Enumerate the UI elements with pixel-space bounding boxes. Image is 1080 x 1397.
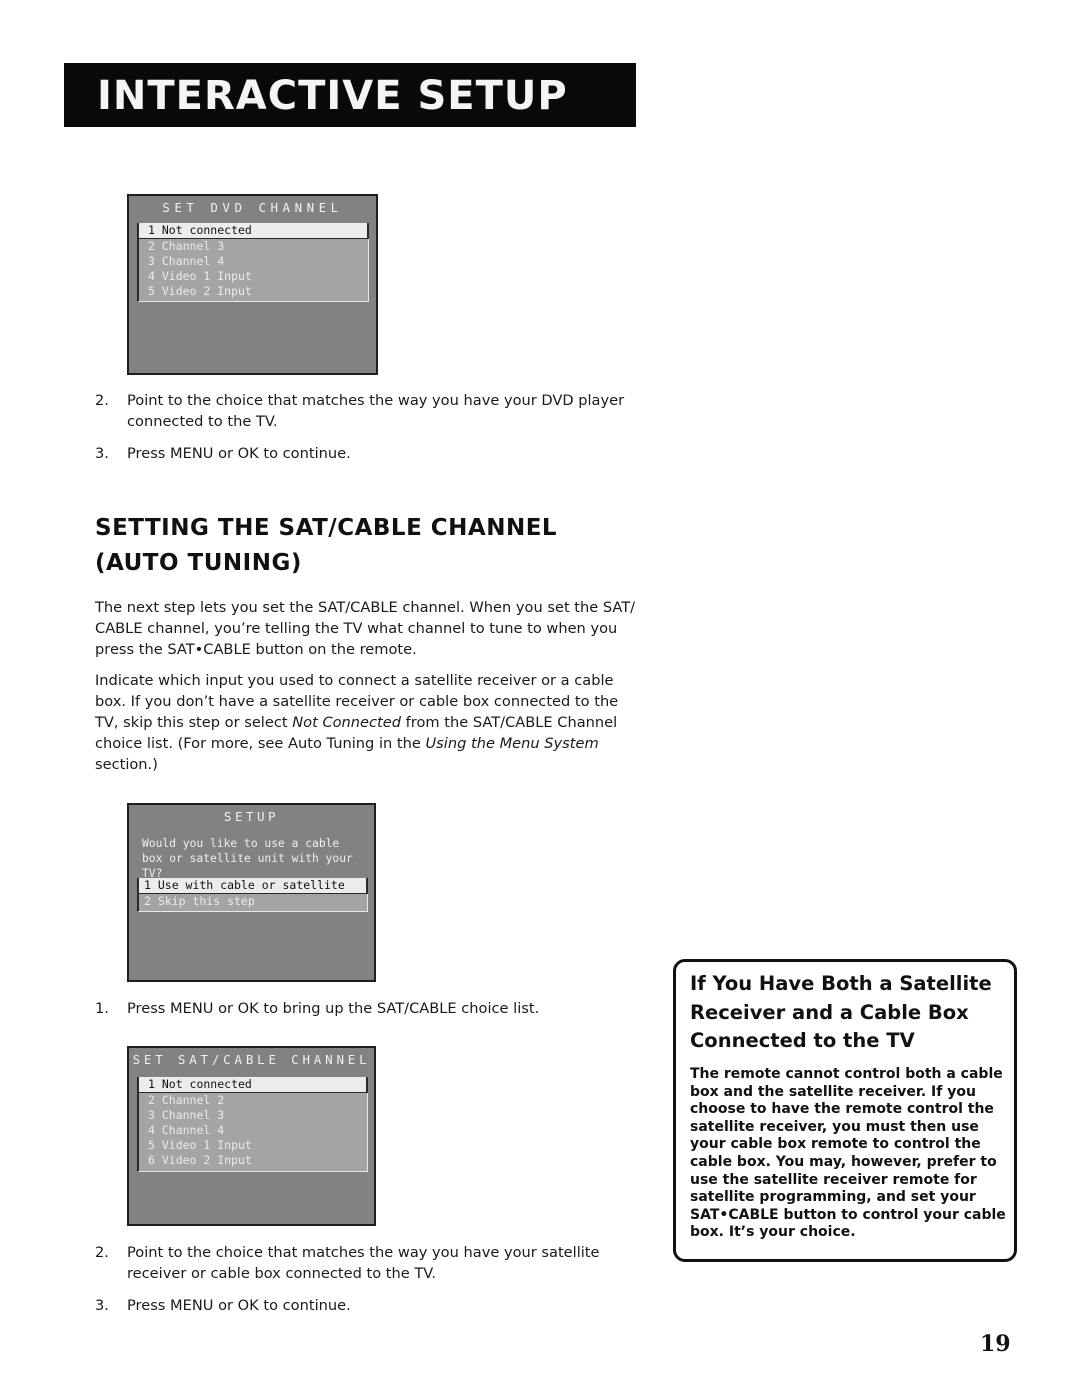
- sidebar-title: If You Have Both a Satellite Receiver an…: [690, 972, 992, 1052]
- menu-item[interactable]: 4 Video 1 Input: [139, 269, 368, 284]
- menu-item[interactable]: 1 Not connected: [139, 223, 369, 239]
- header-banner: Interactive Setup: [64, 63, 636, 127]
- step-number: 1.: [95, 1000, 109, 1017]
- menu-item[interactable]: 4 Channel 4: [139, 1123, 367, 1138]
- section-heading-line2: (Auto Tuning): [95, 550, 302, 576]
- menu-item[interactable]: 2 Skip this step: [139, 894, 367, 909]
- page-number: 19: [980, 1331, 1011, 1357]
- setup-menu: SETUP Would you like to use a cable box …: [127, 803, 376, 982]
- step-item: 1. Press MENU or OK to bring up the SAT/…: [95, 998, 640, 1019]
- step-item: 2. Point to the choice that matches the …: [95, 1242, 640, 1284]
- menu-item[interactable]: 5 Video 2 Input: [139, 284, 368, 299]
- menu-title: SET SAT/CABLE CHANNEL: [132, 1052, 371, 1067]
- menu-title: SET DVD CHANNEL: [162, 200, 343, 215]
- menu-item[interactable]: 3 Channel 3: [139, 1108, 367, 1123]
- sidebar-body: The remote cannot control both a cable b…: [690, 1066, 1006, 1241]
- step-number: 3.: [95, 1297, 109, 1314]
- menu-list: 1 Not connected 2 Channel 3 3 Channel 4 …: [137, 223, 369, 302]
- step-number: 2.: [95, 392, 109, 409]
- menu-item[interactable]: 1 Use with cable or satellite: [139, 878, 368, 894]
- page-title: Interactive Setup: [97, 73, 568, 119]
- step-text: Press MENU or OK to bring up the SAT/CAB…: [127, 1000, 540, 1017]
- step-item: 2. Point to the choice that matches the …: [95, 390, 640, 432]
- step-text: Press MENU or OK to continue.: [127, 1297, 351, 1314]
- para-emphasis: Using the Menu System: [425, 735, 599, 752]
- para-text: section.): [95, 756, 158, 773]
- step-item: 3. Press MENU or OK to continue.: [95, 1295, 640, 1316]
- sidebar-note: If You Have Both a Satellite Receiver an…: [673, 959, 1017, 1262]
- step-text: Press MENU or OK to continue.: [127, 445, 351, 462]
- sat-cable-channel-menu: SET SAT/CABLE CHANNEL 1 Not connected 2 …: [127, 1046, 376, 1226]
- step-text: Point to the choice that matches the way…: [127, 1244, 600, 1282]
- step-number: 3.: [95, 445, 109, 462]
- menu-item[interactable]: 2 Channel 3: [139, 239, 368, 254]
- menu-item[interactable]: 5 Video 1 Input: [139, 1138, 367, 1153]
- menu-item[interactable]: 6 Video 2 Input: [139, 1153, 367, 1168]
- dvd-channel-menu: SET DVD CHANNEL 1 Not connected 2 Channe…: [127, 194, 378, 375]
- menu-list: 1 Not connected 2 Channel 2 3 Channel 3 …: [137, 1077, 368, 1172]
- menu-list: 1 Use with cable or satellite 2 Skip thi…: [137, 878, 368, 912]
- menu-item[interactable]: 2 Channel 2: [139, 1093, 367, 1108]
- menu-item[interactable]: 3 Channel 4: [139, 254, 368, 269]
- menu-title: SETUP: [223, 809, 280, 824]
- para-emphasis: Not Connected: [292, 714, 402, 731]
- step-number: 2.: [95, 1244, 109, 1261]
- step-text: Point to the choice that matches the way…: [127, 392, 625, 430]
- intro-paragraph: The next step lets you set the SAT/CABLE…: [95, 599, 636, 658]
- menu-item[interactable]: 1 Not connected: [139, 1077, 368, 1093]
- instructions-paragraph: Indicate which input you used to connect…: [95, 670, 640, 775]
- step-item: 3. Press MENU or OK to continue.: [95, 443, 640, 464]
- menu-prompt: Would you like to use a cable box or sat…: [142, 837, 353, 880]
- section-heading: Setting the SAT/CABLE Channel (Auto Tuni…: [95, 511, 655, 581]
- section-heading-line1: Setting the SAT/CABLE Channel: [95, 515, 558, 541]
